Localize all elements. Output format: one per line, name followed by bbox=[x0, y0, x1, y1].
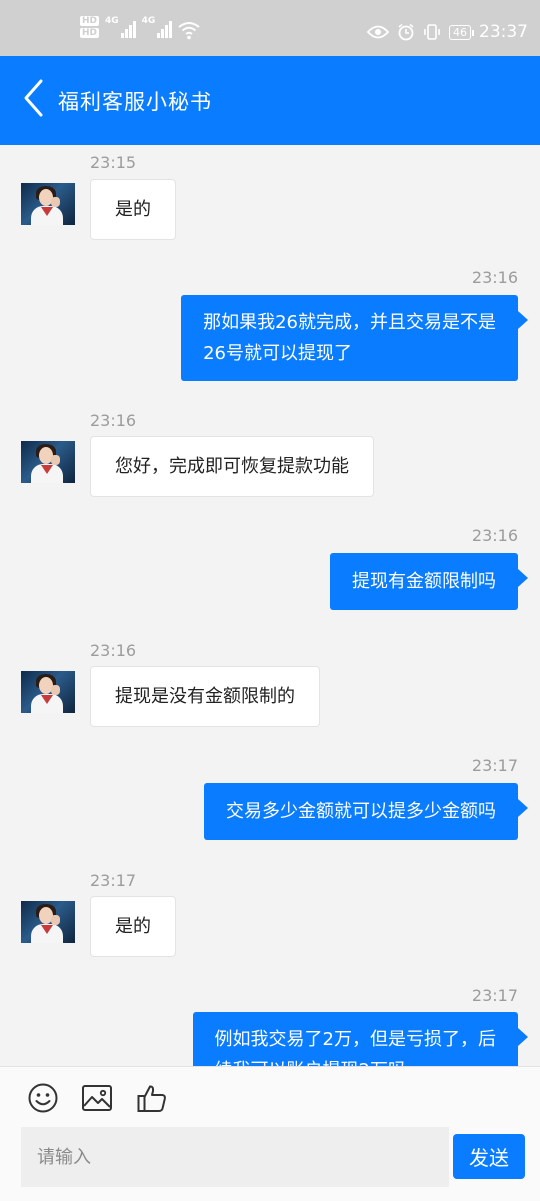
emoji-icon[interactable] bbox=[27, 1082, 59, 1114]
send-button[interactable]: 发送 bbox=[453, 1134, 525, 1179]
status-clock: 23:37 bbox=[479, 22, 528, 42]
signal-icon-sim2: 4G bbox=[142, 16, 173, 38]
battery-icon: 46 bbox=[449, 24, 474, 40]
message-text-line: 续我可以账户提现2万吗 bbox=[215, 1055, 496, 1066]
eye-icon bbox=[367, 25, 389, 39]
status-left: HD HD 4G 4G bbox=[80, 16, 200, 40]
vibrate-icon bbox=[424, 24, 440, 40]
network-type-2: 4G bbox=[141, 16, 156, 26]
agent-avatar[interactable] bbox=[21, 441, 75, 483]
alarm-icon bbox=[398, 23, 414, 41]
image-icon[interactable] bbox=[81, 1082, 113, 1114]
incoming-message-bubble[interactable]: 您好，完成即可恢复提款功能 bbox=[90, 436, 374, 497]
incoming-message-bubble[interactable]: 是的 bbox=[90, 896, 176, 957]
message-text: 交易多少金额就可以提多少金额吗 bbox=[226, 801, 496, 822]
agent-avatar[interactable] bbox=[21, 183, 75, 225]
message-timestamp: 23:16 bbox=[471, 526, 518, 545]
message-timestamp: 23:17 bbox=[471, 756, 518, 775]
message-text: 您好，完成即可恢复提款功能 bbox=[115, 456, 349, 477]
message-timestamp: 23:17 bbox=[90, 871, 137, 890]
hd-badge-1: HD bbox=[80, 16, 100, 26]
page-title: 福利客服小秘书 bbox=[58, 90, 212, 114]
message-input[interactable] bbox=[21, 1127, 449, 1187]
agent-avatar[interactable] bbox=[21, 671, 75, 713]
thumbs-up-icon[interactable] bbox=[136, 1082, 168, 1114]
wifi-icon bbox=[178, 22, 200, 40]
message-text-line: 例如我交易了2万，但是亏损了，后 bbox=[214, 1029, 496, 1050]
network-type-1: 4G bbox=[105, 16, 119, 26]
hd-indicators: HD HD bbox=[80, 16, 100, 38]
outgoing-message-bubble[interactable]: 例如我交易了2万，但是亏损了，后 续我可以账户提现2万吗 bbox=[192, 1012, 528, 1066]
message-text-line: 26号就可以提现了 bbox=[203, 343, 352, 364]
outgoing-message-bubble[interactable]: 那如果我26就完成，并且交易是不是 26号就可以提现了 bbox=[181, 295, 528, 381]
outgoing-message-bubble[interactable]: 交易多少金额就可以提多少金额吗 bbox=[204, 783, 528, 840]
hd-badge-2: HD bbox=[80, 28, 100, 38]
agent-avatar[interactable] bbox=[21, 901, 75, 943]
chat-header: 福利客服小秘书 bbox=[0, 56, 540, 145]
message-timestamp: 23:16 bbox=[90, 411, 137, 430]
status-right: 46 23:37 bbox=[367, 22, 528, 42]
message-timestamp: 23:16 bbox=[471, 268, 518, 287]
composer-bar: 发送 bbox=[0, 1066, 540, 1201]
message-timestamp: 23:17 bbox=[471, 986, 518, 1005]
message-text: 提现是没有金额限制的 bbox=[115, 686, 295, 707]
status-bar: HD HD 4G 4G 46 23:37 bbox=[0, 0, 540, 56]
message-text: 是的 bbox=[115, 916, 151, 937]
message-text-line: 那如果我26就完成，并且交易是不是 bbox=[203, 312, 496, 333]
incoming-message-bubble[interactable]: 提现是没有金额限制的 bbox=[90, 666, 320, 727]
message-list[interactable]: 23:15 是的 23:16 那如果我26就完成，并且交易是不是 26号就可以提… bbox=[0, 145, 540, 1066]
message-text: 提现有金额限制吗 bbox=[352, 571, 496, 592]
message-timestamp: 23:15 bbox=[90, 153, 137, 172]
outgoing-message-bubble[interactable]: 提现有金额限制吗 bbox=[330, 553, 528, 610]
message-text: 是的 bbox=[115, 199, 151, 220]
incoming-message-bubble[interactable]: 是的 bbox=[90, 179, 176, 240]
message-timestamp: 23:16 bbox=[90, 641, 137, 660]
back-arrow-icon[interactable] bbox=[22, 78, 44, 118]
signal-icon-sim1: 4G bbox=[105, 16, 136, 38]
